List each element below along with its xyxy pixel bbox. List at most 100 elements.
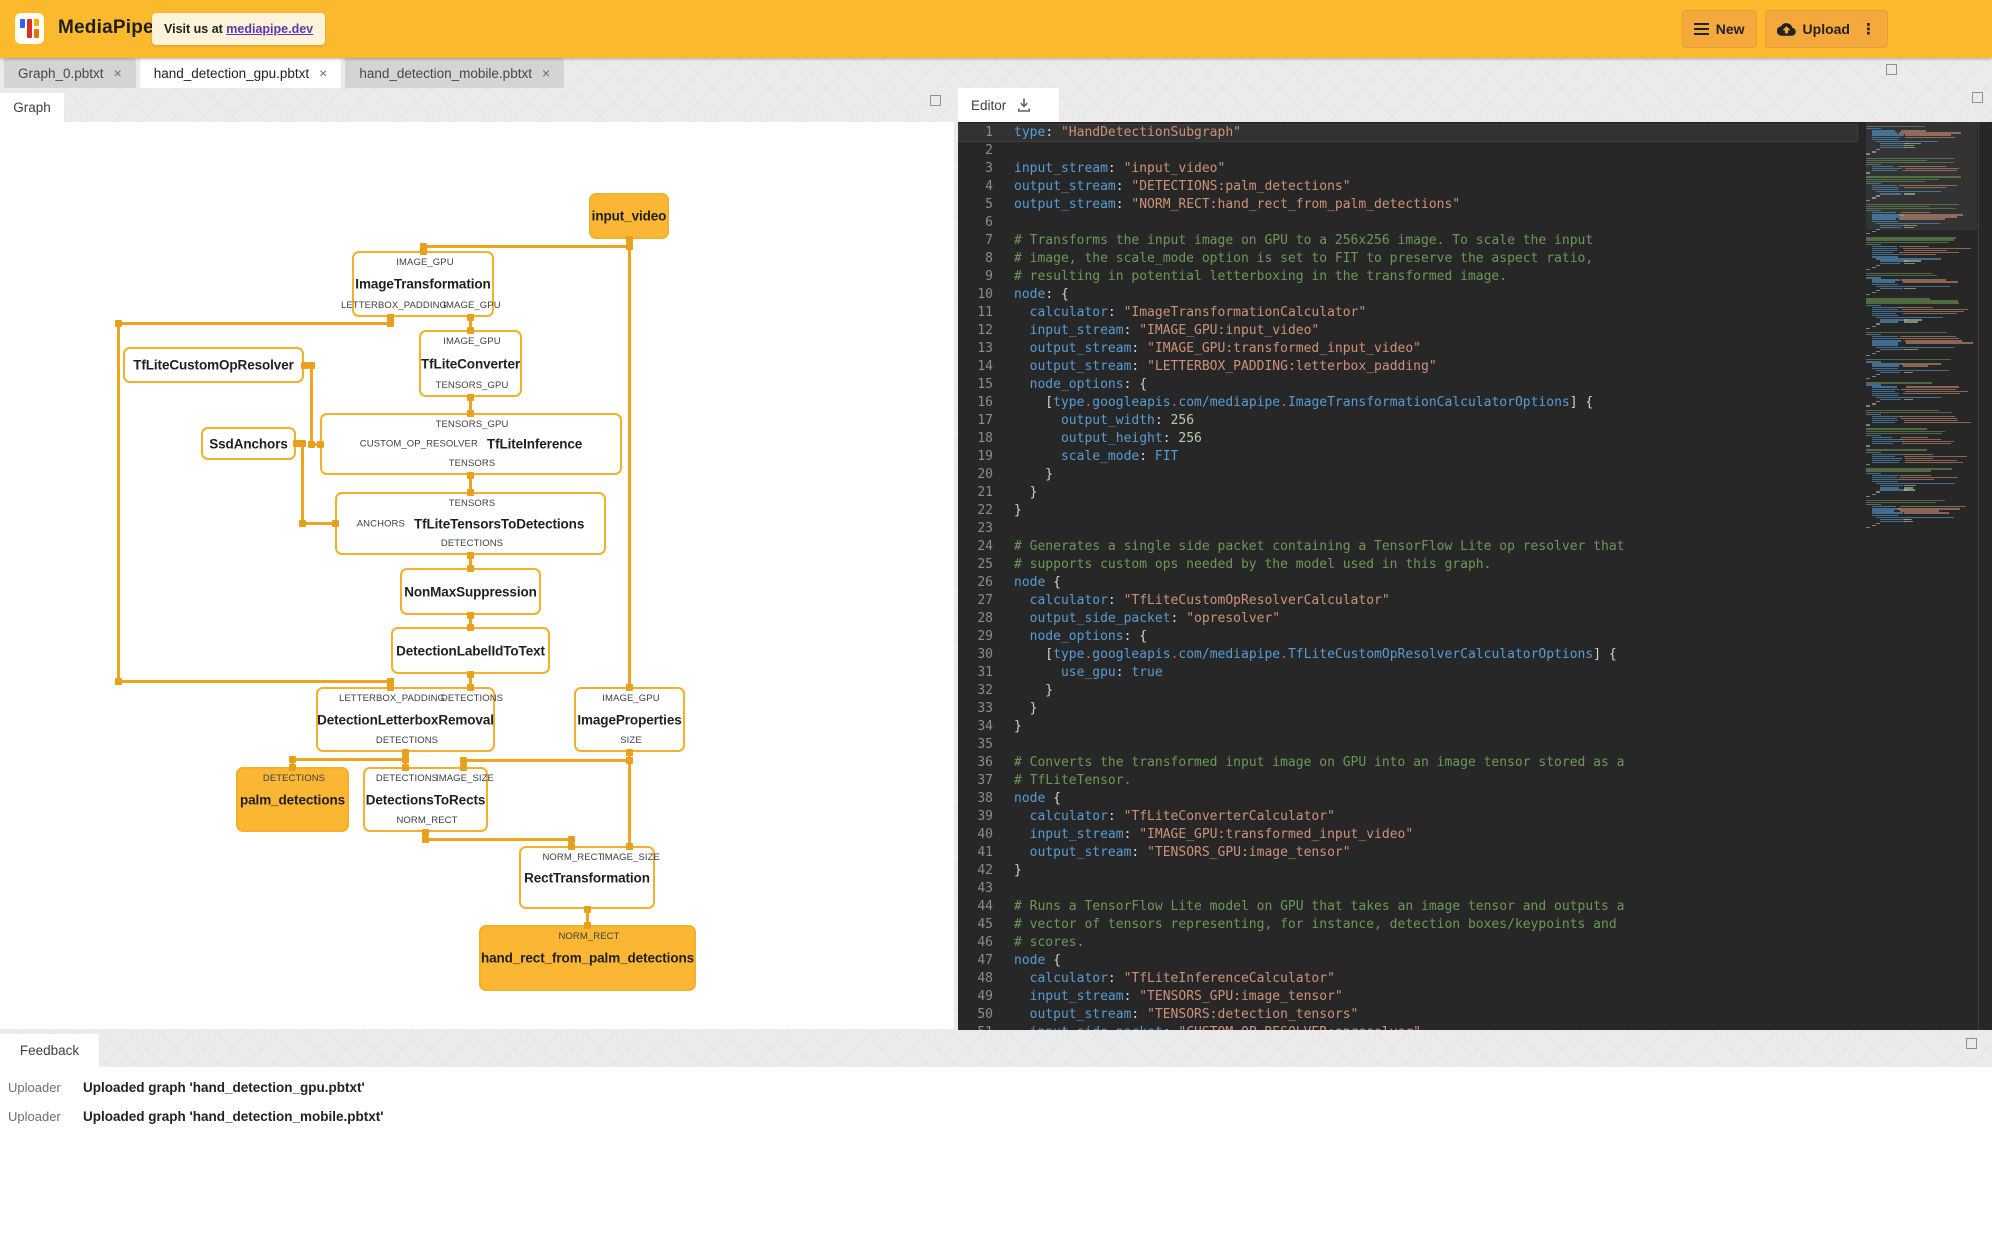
- graph-node-image_properties[interactable]: IMAGE_GPU SIZE ImageProperties: [574, 687, 685, 752]
- code-line-5[interactable]: 5 output_stream: "NORM_RECT:hand_rect_fro…: [958, 196, 1858, 214]
- code-line-18[interactable]: 18 output_height: 256: [958, 430, 1858, 448]
- popout-feedback-panel-icon[interactable]: [1966, 1038, 1977, 1049]
- code-line-23[interactable]: 23: [958, 520, 1858, 538]
- new-button[interactable]: New: [1681, 10, 1757, 48]
- upload-menu-icon[interactable]: ⋮: [1861, 20, 1876, 38]
- popout-tabstrip-icon[interactable]: [1886, 64, 1897, 75]
- graph-canvas[interactable]: input_video IMAGE_GPU LETTERBOX_PADDING IMA…: [0, 122, 954, 1029]
- close-tab-icon[interactable]: ×: [542, 66, 550, 80]
- code-line-32[interactable]: 32 }: [958, 682, 1858, 700]
- graph-node-input_video[interactable]: input_video: [589, 193, 669, 239]
- code-line-2[interactable]: 2: [958, 142, 1858, 160]
- code-line-25[interactable]: 25 # supports custom ops needed by the mo…: [958, 556, 1858, 574]
- port-label: DETECTIONS: [440, 538, 504, 549]
- close-tab-icon[interactable]: ×: [114, 66, 122, 80]
- code-line-13[interactable]: 13 output_stream: "IMAGE_GPU:transformed…: [958, 340, 1858, 358]
- graph-edge: [627, 752, 631, 847]
- code-line-7[interactable]: 7 # Transforms the input image on GPU to …: [958, 232, 1858, 250]
- code-line-20[interactable]: 20 }: [958, 466, 1858, 484]
- code-line-14[interactable]: 14 output_stream: "LETTERBOX_PADDING:let…: [958, 358, 1858, 376]
- code-line-15[interactable]: 15 node_options: {: [958, 376, 1858, 394]
- graph-node-tflite_inference[interactable]: TENSORS_GPU TENSORS CUSTOM_OP_RESOLVER TfLi…: [320, 413, 622, 475]
- code-line-42[interactable]: 42}: [958, 862, 1858, 880]
- code-line-34[interactable]: 34}: [958, 718, 1858, 736]
- graph-node-tflite_custom_op_resolver[interactable]: TfLiteCustomOpResolver: [123, 347, 304, 383]
- code-line-22[interactable]: 22}: [958, 502, 1858, 520]
- line-number: 29: [977, 629, 993, 644]
- editor-scrollbar[interactable]: [1978, 122, 1979, 1030]
- close-tab-icon[interactable]: ×: [319, 66, 327, 80]
- line-number: 46: [977, 935, 993, 950]
- graph-node-non_max_suppression[interactable]: NonMaxSuppression: [400, 568, 541, 615]
- code-line-50[interactable]: 50 output_stream: "TENSORS:detection_ten…: [958, 1006, 1858, 1024]
- code-line-37[interactable]: 37 # TfLiteTensor.: [958, 772, 1858, 790]
- line-number: 19: [977, 449, 993, 464]
- code-line-26[interactable]: 26 node {: [958, 574, 1858, 592]
- graph-edge-joint: [386, 319, 394, 327]
- graph-node-ssd_anchors[interactable]: SsdAnchors: [201, 427, 296, 460]
- popout-graph-panel-icon[interactable]: [930, 95, 941, 106]
- code-line-39[interactable]: 39 calculator: "TfLiteConverterCalculato…: [958, 808, 1858, 826]
- download-icon[interactable]: [1016, 97, 1032, 113]
- code-line-48[interactable]: 48 calculator: "TfLiteInferenceCalculato…: [958, 970, 1858, 988]
- graph-edge: [423, 244, 630, 248]
- tab-graph[interactable]: Graph: [0, 93, 64, 122]
- graph-edge-joint: [625, 748, 633, 756]
- code-line-47[interactable]: 47 node {: [958, 952, 1858, 970]
- graph-node-detections_to_rects[interactable]: DETECTIONS IMAGE_SIZE NORM_RECT DetectionsT…: [363, 767, 494, 832]
- graph-node-palm_detections[interactable]: DETECTIONS palm_detections: [236, 767, 349, 832]
- code-line-10[interactable]: 10 node: {: [958, 286, 1858, 304]
- code-line-24[interactable]: 24 # Generates a single side packet conta…: [958, 538, 1858, 556]
- code-line-38[interactable]: 38 node {: [958, 790, 1858, 808]
- graph-node-hand_rect_from_palm_detections[interactable]: NORM_RECT hand_rect_from_palm_detections: [479, 925, 696, 991]
- mediapipe-dev-link[interactable]: mediapipe.dev: [226, 22, 313, 36]
- code-line-28[interactable]: 28 output_side_packet: "opresolver": [958, 610, 1858, 628]
- code-line-29[interactable]: 29 node_options: {: [958, 628, 1858, 646]
- code-line-8[interactable]: 8 # image, the scale_mode option is set t…: [958, 250, 1858, 268]
- tab-editor[interactable]: Editor: [958, 88, 1059, 122]
- code-line-31[interactable]: 31 use_gpu: true: [958, 664, 1858, 682]
- code-line-33[interactable]: 33 }: [958, 700, 1858, 718]
- code-line-49[interactable]: 49 input_stream: "TENSORS_GPU:image_tens…: [958, 988, 1858, 1006]
- popout-editor-panel-icon[interactable]: [1972, 92, 1983, 103]
- code-line-21[interactable]: 21 }: [958, 484, 1858, 502]
- file-tab-hand_detection_mobile.pbtxt[interactable]: hand_detection_mobile.pbtxt ×: [345, 58, 565, 88]
- tab-feedback[interactable]: Feedback: [0, 1034, 99, 1067]
- file-tab-Graph_0.pbtxt[interactable]: Graph_0.pbtxt ×: [4, 58, 136, 88]
- code-editor[interactable]: 1 type: "HandDetectionSubgraph" 2 3 input_st…: [958, 122, 1992, 1030]
- graph-node-rect_transformation[interactable]: NORM_RECT IMAGE_SIZE RectTransformation: [519, 846, 660, 909]
- code-line-11[interactable]: 11 calculator: "ImageTransformationCalcu…: [958, 304, 1858, 322]
- node-title: hand_rect_from_palm_detections: [480, 950, 695, 966]
- code-line-44[interactable]: 44 # Runs a TensorFlow Lite model on GPU …: [958, 898, 1858, 916]
- code-line-4[interactable]: 4 output_stream: "DETECTIONS:palm_detecti…: [958, 178, 1858, 196]
- port-label: IMAGE_GPU: [443, 336, 501, 347]
- upload-button[interactable]: Upload ⋮: [1764, 10, 1888, 48]
- code-line-30[interactable]: 30 [type.googleapis.com/mediapipe.TfLite…: [958, 646, 1858, 664]
- graph-node-detection_label_id_to_text[interactable]: DetectionLabelIdToText: [391, 627, 550, 674]
- code-line-36[interactable]: 36 # Converts the transformed input image…: [958, 754, 1858, 772]
- code-line-27[interactable]: 27 calculator: "TfLiteCustomOpResolverCa…: [958, 592, 1858, 610]
- code-line-19[interactable]: 19 scale_mode: FIT: [958, 448, 1858, 466]
- code-line-1[interactable]: 1 type: "HandDetectionSubgraph": [958, 124, 1858, 142]
- graph-edge-joint: [288, 763, 296, 771]
- code-line-46[interactable]: 46 # scores.: [958, 934, 1858, 952]
- graph-edge-joint: [401, 755, 409, 763]
- code-line-41[interactable]: 41 output_stream: "TENSORS_GPU:image_ten…: [958, 844, 1858, 862]
- graph-node-tflite_converter[interactable]: IMAGE_GPU TENSORS_GPU TfLiteConverter: [419, 330, 522, 397]
- code-line-40[interactable]: 40 input_stream: "IMAGE_GPU:transformed_…: [958, 826, 1858, 844]
- code-line-35[interactable]: 35: [958, 736, 1858, 754]
- file-tab-hand_detection_gpu.pbtxt[interactable]: hand_detection_gpu.pbtxt ×: [139, 58, 342, 88]
- code-line-17[interactable]: 17 output_width: 256: [958, 412, 1858, 430]
- graph-node-detection_letterbox_removal[interactable]: LETTERBOX_PADDING DETECTIONS DETECTIONS Det…: [316, 687, 503, 752]
- code-line-6[interactable]: 6: [958, 214, 1858, 232]
- code-line-9[interactable]: 9 # resulting in potential letterboxing i…: [958, 268, 1858, 286]
- code-line-12[interactable]: 12 input_stream: "IMAGE_GPU:input_video": [958, 322, 1858, 340]
- graph-node-image_transformation[interactable]: IMAGE_GPU LETTERBOX_PADDING IMAGE_GPU Image…: [341, 251, 501, 317]
- code-line-43[interactable]: 43: [958, 880, 1858, 898]
- code-line-3[interactable]: 3 input_stream: "input_video": [958, 160, 1858, 178]
- graph-node-tflite_tensors_to_detections[interactable]: TENSORS DETECTIONS ANCHORS TfLiteTensorsToD…: [335, 492, 606, 555]
- code-lines[interactable]: 1 type: "HandDetectionSubgraph" 2 3 input_st…: [958, 124, 1858, 1030]
- minimap[interactable]: [1866, 126, 1977, 686]
- code-line-16[interactable]: 16 [type.googleapis.com/mediapipe.ImageT…: [958, 394, 1858, 412]
- code-line-45[interactable]: 45 # vector of tensors representing, for …: [958, 916, 1858, 934]
